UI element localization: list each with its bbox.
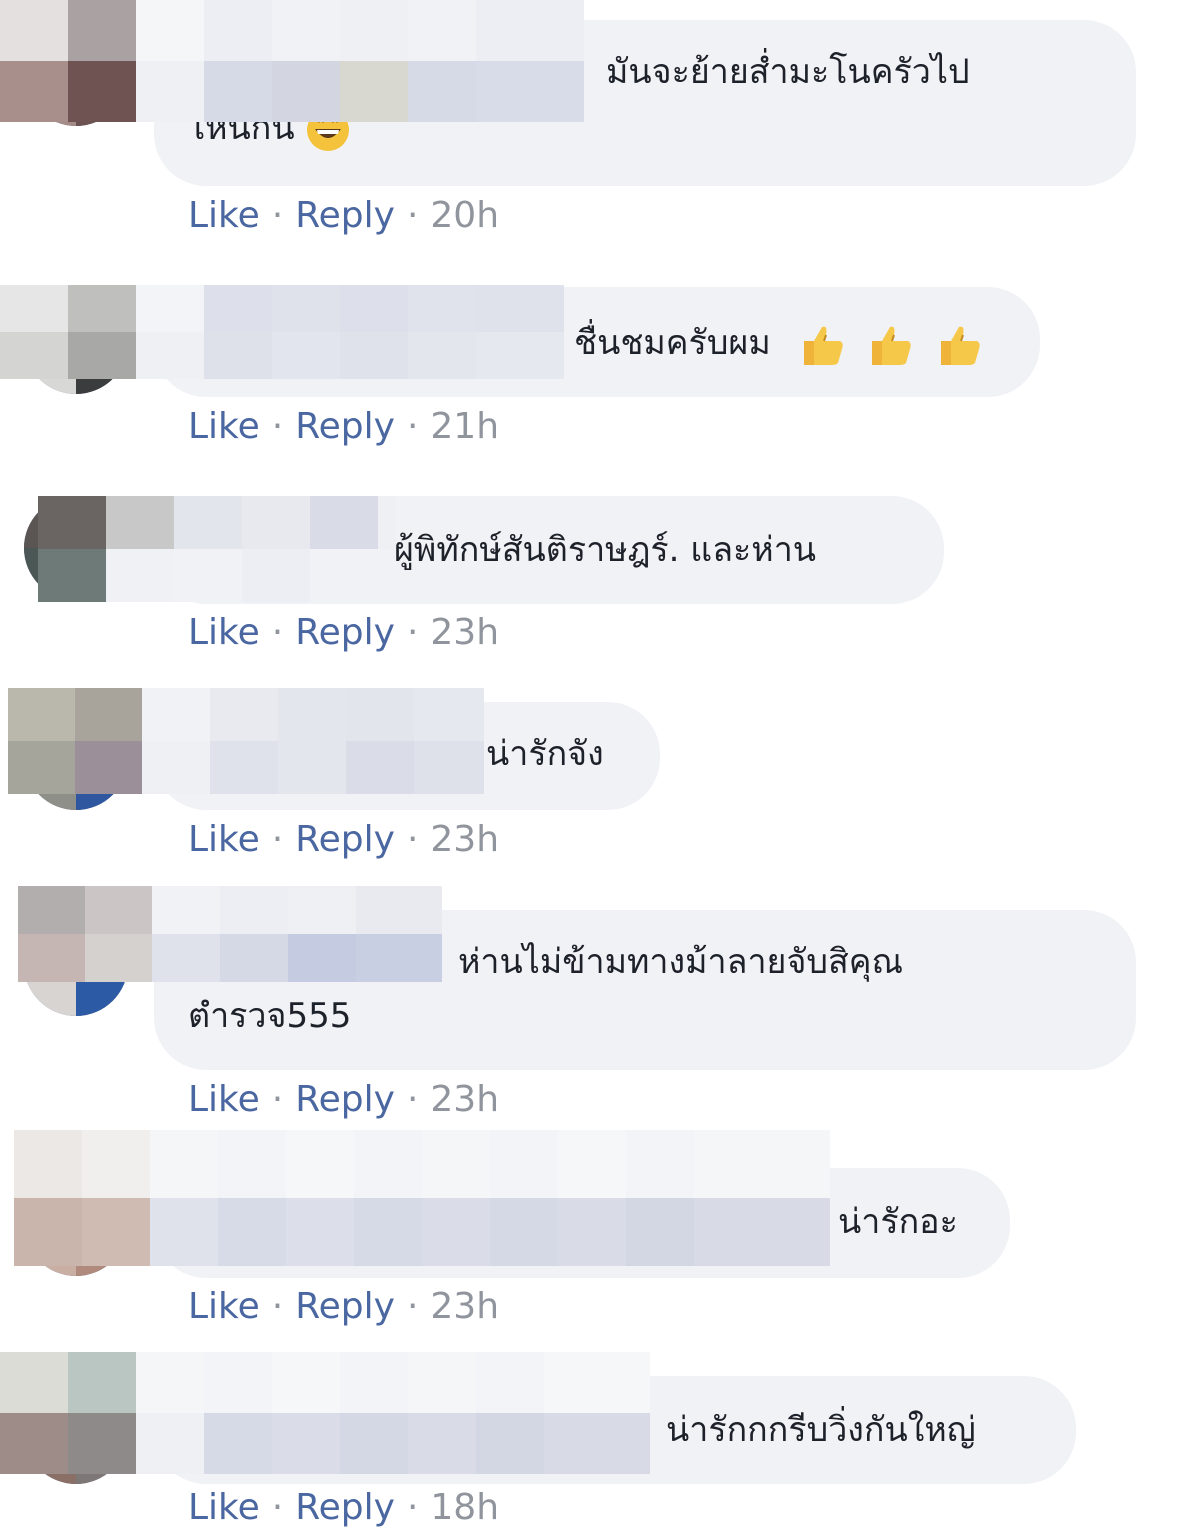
separator: · [271,612,284,653]
timestamp[interactable]: 23h [430,1079,499,1120]
comment-text: น่ารักจัง [486,734,604,774]
blurred-name [136,1352,650,1474]
reply-link[interactable]: Reply [295,1079,395,1120]
like-link[interactable]: Like [188,1079,260,1120]
separator: · [271,819,284,860]
blurred-avatar [14,1130,150,1266]
blurred-avatar [8,688,142,794]
thumbs-up-icon [941,326,980,365]
like-link[interactable]: Like [188,612,260,653]
blurred-name [136,0,584,122]
comment-actions: Like · Reply · 21h [188,407,499,447]
separator: · [406,406,419,447]
like-link[interactable]: Like [188,1487,260,1528]
blurred-name [0,0,136,122]
reply-link[interactable]: Reply [295,406,395,447]
blurred-name [106,496,396,602]
comment-text: น่ารักอะ [838,1202,958,1242]
separator: · [406,1286,419,1327]
like-link[interactable]: Like [188,195,260,236]
separator: · [271,1079,284,1120]
comment-text: ผู้พิทักษ์สันติราษฎร์. และห่าน [394,530,817,570]
blurred-name [136,285,564,379]
thumbs-up-icon [803,326,843,365]
comment-text: มันจะย้ายส่ำมะโนครัวไป [606,52,970,92]
timestamp[interactable]: 18h [430,1487,499,1528]
comment-text: น่ารักกกรีบวิ่งกันใหญ่ [666,1410,976,1450]
reply-link[interactable]: Reply [295,195,395,236]
timestamp[interactable]: 23h [430,819,499,860]
blurred-avatar [0,285,136,379]
timestamp[interactable]: 23h [430,612,499,653]
blurred-avatar [0,1352,136,1474]
comment-actions: Like · Reply · 23h [188,613,499,653]
comment-actions: Like · Reply · 18h [188,1488,499,1528]
comment-text: ชื่นชมครับผม [574,323,771,363]
blurred-name [150,1130,830,1266]
separator: · [271,1487,284,1528]
reply-link[interactable]: Reply [295,819,395,860]
blurred-name [142,688,484,794]
blurred-name [152,886,442,982]
reply-link[interactable]: Reply [295,1487,395,1528]
thumbs-up-icon [872,326,912,365]
comment-text: ห่านไม่ข้ามทางม้าลายจับสิคุณ [458,942,904,982]
comment-actions: Like · Reply · 23h [188,1080,499,1120]
comment-actions: Like · Reply · 23h [188,1287,499,1327]
separator: · [406,1079,419,1120]
separator: · [406,1487,419,1528]
separator: · [406,195,419,236]
blurred-avatar [18,886,152,982]
comment-actions: Like · Reply · 23h [188,820,499,860]
timestamp[interactable]: 23h [430,1286,499,1327]
separator: · [271,195,284,236]
like-link[interactable]: Like [188,406,260,447]
like-link[interactable]: Like [188,819,260,860]
timestamp[interactable]: 20h [430,195,499,236]
separator: · [406,819,419,860]
separator: · [271,406,284,447]
separator: · [271,1286,284,1327]
timestamp[interactable]: 21h [430,406,499,447]
separator: · [406,612,419,653]
like-link[interactable]: Like [188,1286,260,1327]
blurred-avatar [38,496,106,602]
comment-actions: Like · Reply · 20h [188,196,499,236]
comment-text-line2: ตำรวจ555 [188,996,352,1036]
reply-link[interactable]: Reply [295,1286,395,1327]
reply-link[interactable]: Reply [295,612,395,653]
